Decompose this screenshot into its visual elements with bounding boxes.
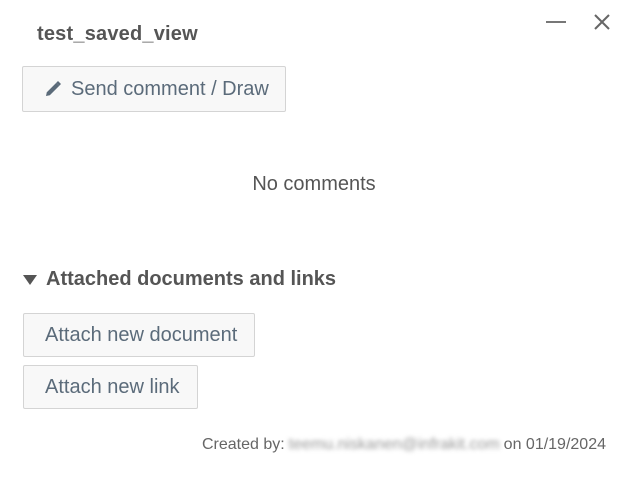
send-comment-label: Send comment / Draw <box>71 77 269 100</box>
saved-view-panel: test_saved_view Send comment / Draw No c… <box>0 0 628 478</box>
attachments-section-title: Attached documents and links <box>46 268 337 290</box>
caret-down-icon <box>22 274 38 286</box>
attach-document-button[interactable]: Attach new document <box>23 313 255 357</box>
empty-comments-message: No comments <box>252 173 376 195</box>
creator-email: teemu.niskanen@infrakit.com <box>288 436 500 453</box>
created-date: on 01/19/2024 <box>503 436 606 453</box>
attachments-section-toggle[interactable]: Attached documents and links <box>22 268 336 291</box>
minimize-button[interactable] <box>544 10 568 34</box>
created-by-info: Created by: teemu.niskanen@infrakit.com … <box>202 436 606 454</box>
attach-link-button[interactable]: Attach new link <box>23 365 198 409</box>
send-comment-button[interactable]: Send comment / Draw <box>22 66 286 112</box>
close-icon <box>594 14 610 30</box>
pencil-icon <box>44 80 62 98</box>
close-button[interactable] <box>590 10 614 34</box>
created-by-prefix: Created by: <box>201 436 285 453</box>
panel-title: test_saved_view <box>37 23 198 45</box>
minimize-icon <box>546 21 566 23</box>
